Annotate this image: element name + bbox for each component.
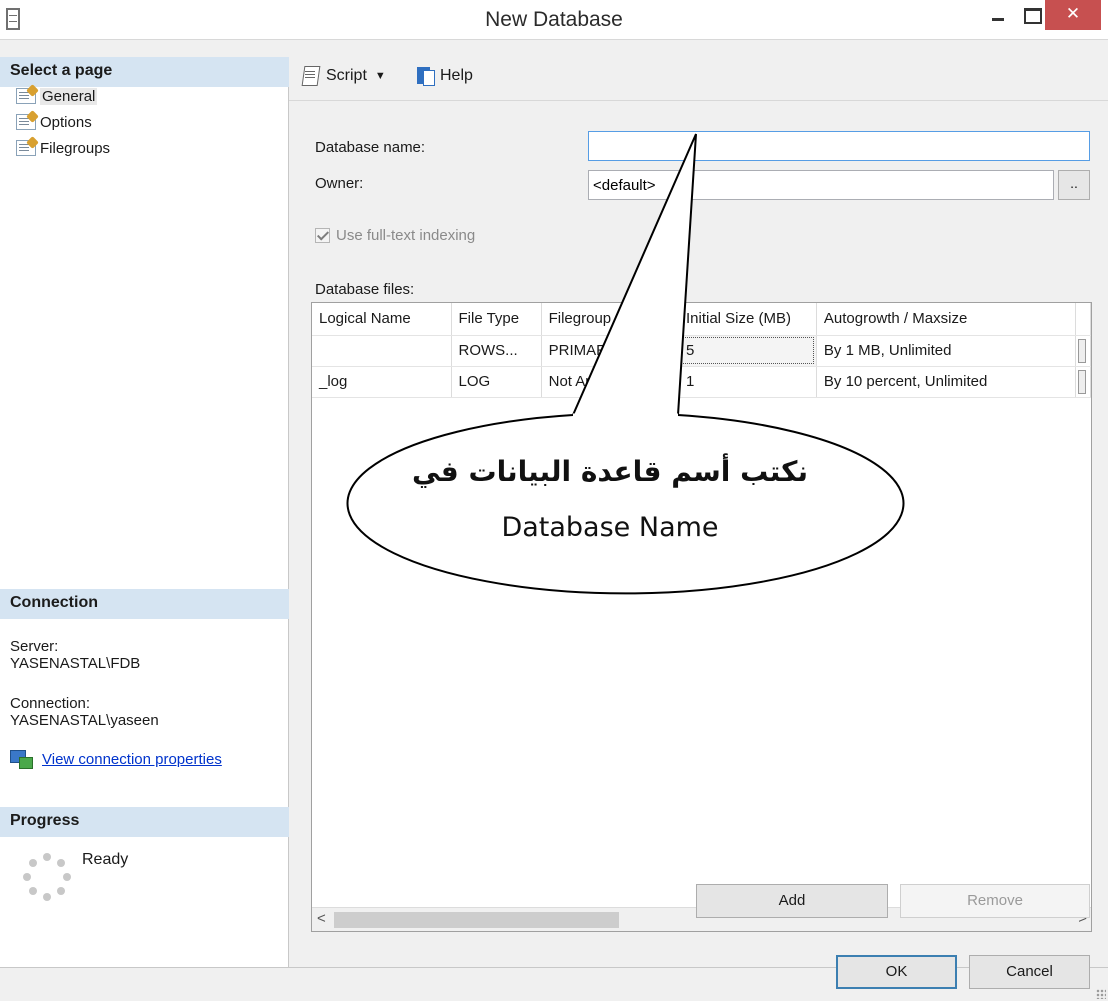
callout-english-text: Database Name [501, 512, 719, 543]
progress-header: Progress [0, 807, 289, 837]
left-pane: Select a page General Options Filegroups… [0, 57, 289, 967]
cell-logical-name[interactable] [312, 335, 452, 367]
connection-value: YASENASTAL\yaseen [10, 712, 159, 729]
view-connection-properties-link[interactable]: View connection properties [42, 751, 222, 768]
cell-autogrowth[interactable]: By 1 MB, Unlimited [816, 335, 1076, 367]
column-header-logical-name[interactable]: Logical Name [312, 303, 452, 336]
remove-button[interactable]: Remove [900, 884, 1090, 918]
help-button[interactable]: Help [415, 65, 473, 87]
help-label: Help [440, 67, 473, 84]
cell-file-type[interactable]: ROWS... [451, 335, 542, 367]
checkbox-checked-icon[interactable] [315, 228, 330, 243]
database-name-input[interactable] [588, 131, 1090, 161]
script-icon [301, 65, 323, 87]
page-general-label: General [40, 87, 98, 105]
autogrowth-edit-button[interactable] [1075, 335, 1091, 367]
script-button[interactable]: Script ▼ [301, 65, 386, 87]
column-header-autogrowth[interactable]: Autogrowth / Maxsize [816, 303, 1076, 336]
select-page-header: Select a page [0, 57, 289, 87]
page-filegroups-label: Filegroups [40, 139, 111, 157]
close-button[interactable]: ✕ [1045, 0, 1101, 30]
progress-status: Ready [82, 851, 129, 868]
resize-grip-icon[interactable] [1096, 989, 1106, 999]
page-icon [16, 114, 36, 130]
page-icon [16, 140, 36, 156]
cell-file-type[interactable]: LOG [451, 366, 542, 398]
server-value: YASENASTAL\FDB [10, 655, 141, 672]
scroll-left-icon[interactable]: < [317, 910, 326, 927]
cell-logical-name[interactable]: _log [312, 366, 452, 398]
view-connection-properties[interactable]: View connection properties [10, 750, 222, 769]
database-files-grid[interactable]: Logical Name File Type Filegroup Initial… [311, 302, 1092, 932]
scroll-thumb[interactable] [334, 912, 619, 928]
owner-label: Owner: [315, 175, 364, 192]
page-filegroups[interactable]: Filegroups [16, 137, 110, 159]
cell-initial-size[interactable]: 1 [678, 366, 817, 398]
connection-header: Connection [0, 589, 289, 619]
column-header-extra [1075, 303, 1091, 336]
chevron-down-icon[interactable]: ▼ [375, 70, 386, 82]
connection-properties-icon [10, 750, 33, 769]
fulltext-checkbox[interactable]: Use full-text indexing [315, 227, 475, 244]
window-title: New Database [485, 8, 623, 31]
column-header-initial-size[interactable]: Initial Size (MB) [678, 303, 817, 336]
ok-button[interactable]: OK [836, 955, 957, 989]
autogrowth-edit-button[interactable] [1075, 366, 1091, 398]
owner-browse-button[interactable]: .. [1058, 170, 1090, 200]
cell-autogrowth[interactable]: By 10 percent, Unlimited [816, 366, 1076, 398]
column-header-filegroup[interactable]: Filegroup [541, 303, 679, 336]
cancel-button[interactable]: Cancel [969, 955, 1090, 989]
progress-spinner-icon [23, 853, 71, 901]
owner-input[interactable] [588, 170, 1054, 200]
help-icon [415, 65, 437, 87]
fulltext-label: Use full-text indexing [336, 227, 476, 244]
page-options[interactable]: Options [16, 111, 92, 133]
cell-filegroup[interactable]: Not Applicable [541, 366, 679, 398]
script-label: Script [326, 67, 367, 84]
page-icon [16, 88, 36, 104]
database-files-table: Logical Name File Type Filegroup Initial… [312, 303, 1091, 398]
cell-initial-size[interactable]: 5 [678, 335, 817, 367]
database-files-label: Database files: [315, 281, 415, 298]
page-general[interactable]: General [16, 85, 98, 107]
callout-arabic-text: نكتب أسم قاعدة البيانات في [412, 455, 808, 488]
cell-filegroup[interactable]: PRIMARY [541, 335, 679, 367]
database-name-label: Database name: [315, 139, 426, 156]
column-header-file-type[interactable]: File Type [451, 303, 542, 336]
table-row[interactable]: ROWS... PRIMARY 5 By 1 MB, Unlimited [312, 335, 1091, 367]
grid-header-row: Logical Name File Type Filegroup Initial… [312, 303, 1091, 336]
page-options-label: Options [40, 113, 92, 131]
title-bar: New Database ✕ [0, 0, 1108, 40]
add-button[interactable]: Add [696, 884, 888, 918]
table-row[interactable]: _log LOG Not Applicable 1 By 10 percent,… [312, 366, 1091, 398]
toolbar: Script ▼ Help [289, 57, 1108, 101]
